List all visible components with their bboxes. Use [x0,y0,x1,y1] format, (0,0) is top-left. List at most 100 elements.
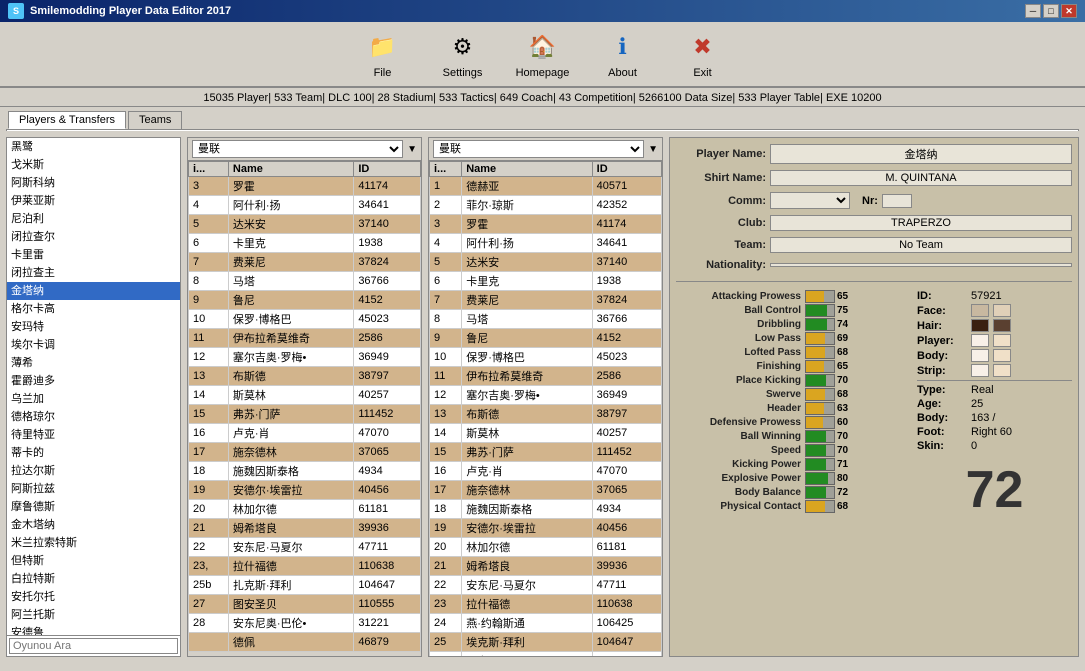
table-row[interactable]: 23,拉什福德110638 [189,557,421,576]
col-index-left[interactable]: i... [189,162,229,177]
player-item[interactable]: 摩鲁德斯 [7,498,180,516]
exit-button[interactable]: ✖ Exit [673,29,733,79]
table-row[interactable]: 8马塔36766 [189,272,421,291]
table-row[interactable]: 21姆希塔良39936 [430,557,662,576]
player-item[interactable]: 薄希 [7,354,180,372]
player-item[interactable]: 金木塔纳 [7,516,180,534]
table-row[interactable]: 20林加尔德61181 [189,500,421,519]
homepage-button[interactable]: 🏠 Homepage [513,29,573,79]
table-row[interactable]: 13布斯德38797 [430,405,662,424]
table-row[interactable]: 17施奈德林37065 [430,481,662,500]
player-item[interactable]: 伊莱亚斯 [7,192,180,210]
table-row[interactable]: 10保罗·博格巴45023 [189,310,421,329]
table-row[interactable]: 19安德尔·埃雷拉40456 [430,519,662,538]
player-item[interactable]: 待里特亚 [7,426,180,444]
settings-button[interactable]: ⚙ Settings [433,29,493,79]
team-dropdown-right[interactable]: 曼联 [433,140,644,158]
player-item[interactable]: 德格琼尔 [7,408,180,426]
table-row[interactable]: 20林加尔德61181 [430,538,662,557]
table-row[interactable]: 4阿什利·扬34641 [189,196,421,215]
player-item[interactable]: 拉达尔斯 [7,462,180,480]
table-row[interactable]: 25b扎克斯·拜利104647 [189,576,421,595]
team-dropdown-left[interactable]: 曼联 [192,140,403,158]
table-row[interactable]: 17施奈德林37065 [189,443,421,462]
close-button[interactable]: ✕ [1061,4,1077,18]
player-list[interactable]: 黑鹭戈米斯阿斯科纳伊莱亚斯尼泊利闭拉查尔卡里雷闭拉查主金塔纳格尔卡高安玛特埃尔卡… [7,138,180,635]
table-row[interactable]: 24燕·约翰斯通106425 [430,614,662,633]
player-item[interactable]: 阿兰托斯 [7,606,180,624]
nr-input[interactable] [882,194,912,208]
team-table-left-scroll[interactable]: i... Name ID 3罗霍411744阿什利·扬346415达米安3714… [188,161,421,656]
table-row[interactable]: 26图安圣贝110555 [430,652,662,657]
table-row[interactable]: 7费莱尼37824 [430,291,662,310]
table-row[interactable]: 21姆希塔良39936 [189,519,421,538]
player-item[interactable]: 但特斯 [7,552,180,570]
about-button[interactable]: ℹ About [593,29,653,79]
comm-dropdown[interactable] [770,192,850,209]
table-row[interactable]: 10保罗·博格巴45023 [430,348,662,367]
table-row[interactable]: 2菲尔·琼斯42352 [430,196,662,215]
table-row[interactable]: 16卢克·肖47070 [430,462,662,481]
player-item[interactable]: 安玛特 [7,318,180,336]
player-item[interactable]: 格尔卡高 [7,300,180,318]
tab-teams[interactable]: Teams [128,111,182,129]
player-item[interactable]: 尼泊利 [7,210,180,228]
col-id-left[interactable]: ID [354,162,421,177]
table-row[interactable]: 1德赫亚40571 [430,177,662,196]
col-name-left[interactable]: Name [228,162,353,177]
player-item[interactable]: 安托尔托 [7,588,180,606]
table-row[interactable]: 11伊布拉希莫维奇2586 [430,367,662,386]
table-row[interactable]: 22安东尼·马夏尔47711 [189,538,421,557]
table-row[interactable]: 15弗苏·门萨111452 [430,443,662,462]
table-row[interactable]: 4阿什利·扬34641 [430,234,662,253]
table-row[interactable]: 18施魏因斯泰格4934 [430,500,662,519]
table-row[interactable]: 3罗霍41174 [189,177,421,196]
player-item[interactable]: 米兰拉索特斯 [7,534,180,552]
player-item[interactable]: 乌兰加 [7,390,180,408]
col-name-right[interactable]: Name [462,162,592,177]
player-item[interactable]: 卡里雷 [7,246,180,264]
col-index-right[interactable]: i... [430,162,462,177]
table-row[interactable]: 9鲁尼4152 [430,329,662,348]
minimize-button[interactable]: ─ [1025,4,1041,18]
player-item[interactable]: 闭拉查尔 [7,228,180,246]
table-row[interactable]: 德佩46879 [189,633,421,652]
team-table-right-scroll[interactable]: i... Name ID 1德赫亚405712菲尔·琼斯423523罗霍4117… [429,161,662,656]
player-item[interactable]: 安德鲁 [7,624,180,635]
table-row[interactable]: 11伊布拉希莫维奇2586 [189,329,421,348]
file-button[interactable]: 📁 File [353,29,413,79]
table-row[interactable]: 13布斯德38797 [189,367,421,386]
table-row[interactable]: 19安德尔·埃雷拉40456 [189,481,421,500]
table-row[interactable]: 5达米安37140 [189,215,421,234]
table-row[interactable]: 14斯莫林40257 [189,386,421,405]
table-row[interactable]: 6卡里克1938 [430,272,662,291]
table-row[interactable]: 25埃克斯·拜利104647 [430,633,662,652]
table-row[interactable]: 14斯莫林40257 [430,424,662,443]
player-item[interactable]: 阿斯拉兹 [7,480,180,498]
table-row[interactable]: 6卡里克1938 [189,234,421,253]
table-row[interactable]: 15弗苏·门萨111452 [189,405,421,424]
player-item[interactable]: 闭拉查主 [7,264,180,282]
col-id-right[interactable]: ID [592,162,661,177]
player-item[interactable]: 霍爵迪多 [7,372,180,390]
player-item[interactable]: 埃尔卡调 [7,336,180,354]
table-row[interactable]: 12塞尔吉奥·罗梅•36949 [430,386,662,405]
table-row[interactable]: 7费莱尼37824 [189,253,421,272]
player-item[interactable]: 戈米斯 [7,156,180,174]
player-item[interactable]: 金塔纳 [7,282,180,300]
player-item[interactable]: 白拉特斯 [7,570,180,588]
player-item[interactable]: 黑鹭 [7,138,180,156]
table-row[interactable]: 22安东尼·马夏尔47711 [430,576,662,595]
table-row[interactable]: 27图安圣贝110555 [189,595,421,614]
tab-players-transfers[interactable]: Players & Transfers [8,111,126,129]
player-item[interactable]: 蒂卡的 [7,444,180,462]
table-row[interactable]: 16卢克·肖47070 [189,424,421,443]
table-row[interactable]: 18施魏因斯泰格4934 [189,462,421,481]
table-row[interactable]: 9鲁尼4152 [189,291,421,310]
player-item[interactable]: 阿斯科纳 [7,174,180,192]
table-row[interactable]: 28安东尼奥·巴伦•31221 [189,614,421,633]
table-row[interactable]: 12塞尔吉奥·罗梅•36949 [189,348,421,367]
table-row[interactable]: 3罗霍41174 [430,215,662,234]
table-row[interactable]: 23拉什福德110638 [430,595,662,614]
restore-button[interactable]: □ [1043,4,1059,18]
